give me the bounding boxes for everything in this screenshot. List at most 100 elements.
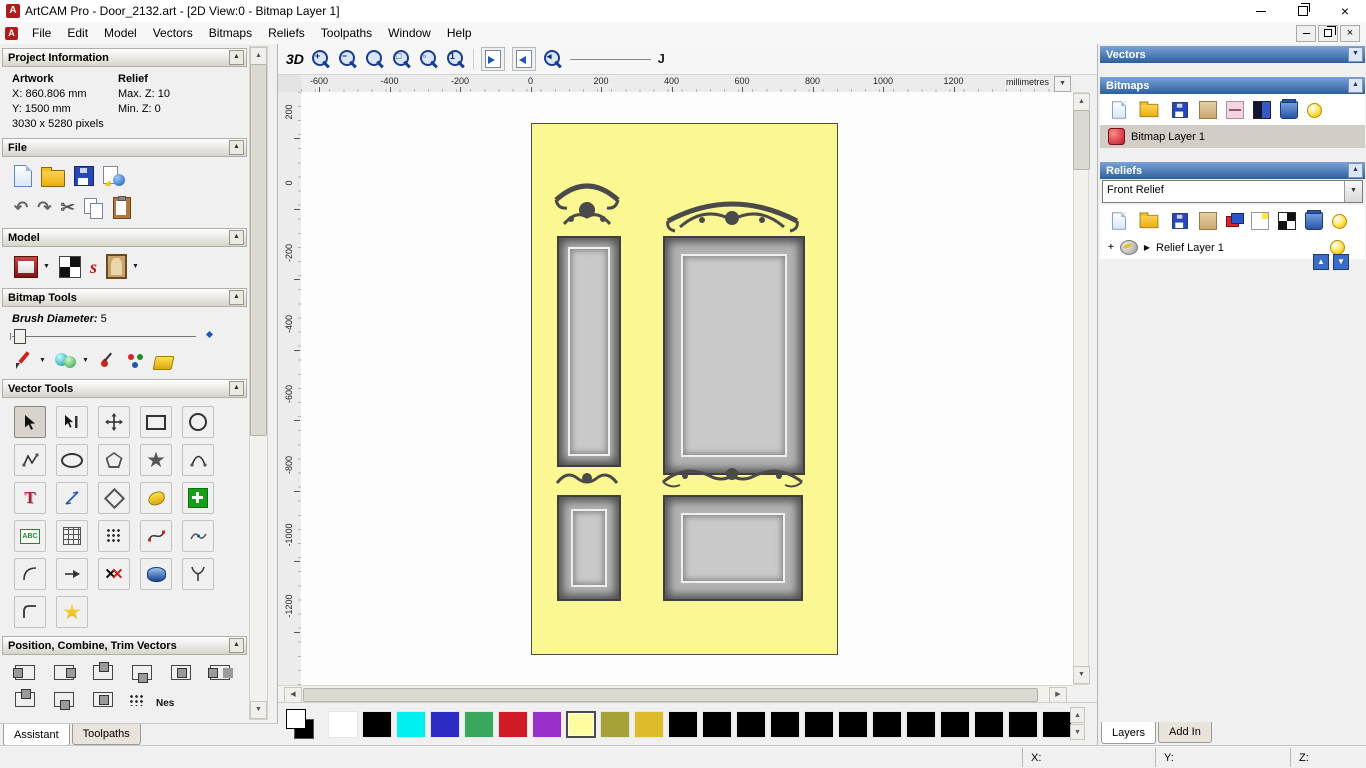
menu-file[interactable]: File [24, 22, 59, 44]
palette-swatch[interactable] [940, 710, 970, 738]
flood-fill-icon[interactable] [152, 356, 175, 370]
tab-assistant[interactable]: Assistant [3, 724, 70, 746]
new-relief-layer-icon[interactable] [1111, 212, 1127, 230]
zoom-slider[interactable]: Ј [569, 50, 665, 68]
horizontal-scrollbar[interactable]: ◀ ▶ [278, 685, 1073, 703]
palette-scroll-down-button[interactable]: ▼ [1070, 724, 1085, 740]
vector-direction-tool[interactable] [56, 558, 88, 590]
collapse-file-button[interactable]: ▲ [229, 140, 244, 155]
combine-tool-3[interactable] [90, 690, 116, 709]
wrap-vectors-tool[interactable] [56, 596, 88, 628]
reliefs-section-header[interactable]: Reliefs ▲ [1100, 162, 1365, 179]
export-model-icon[interactable] [103, 165, 125, 189]
align-center-tool[interactable] [168, 663, 194, 682]
fillet-branch-tool[interactable] [182, 558, 214, 590]
new-model-icon[interactable] [14, 164, 32, 187]
canvas-scroll-left-button[interactable]: ◀ [284, 687, 302, 703]
paint-selective-dropdown-icon[interactable]: ▼ [82, 357, 89, 364]
zoom-1to1-button[interactable]: 1 [446, 49, 466, 69]
model-size-dropdown-icon[interactable]: ▼ [43, 263, 50, 270]
palette-swatch[interactable] [770, 710, 800, 738]
trim-vectors-tool[interactable]: ✕✕ [98, 558, 130, 590]
align-top-tool[interactable] [90, 662, 116, 682]
palette-swatch[interactable] [430, 710, 460, 738]
zoom-previous-button[interactable]: ◂ [543, 49, 563, 69]
collapse-position-button[interactable]: ▲ [229, 638, 244, 653]
combine-tool-2[interactable] [51, 690, 77, 710]
palette-scroll-up-button[interactable]: ▲ [1070, 707, 1085, 723]
palette-swatch[interactable] [566, 710, 596, 738]
extrude-vector-tool[interactable] [140, 558, 172, 590]
create-arc-tool[interactable] [182, 444, 214, 476]
collapse-model-button[interactable]: ▲ [229, 230, 244, 245]
palette-swatch[interactable] [872, 710, 902, 738]
paste-icon[interactable] [112, 196, 131, 219]
door-artwork[interactable] [531, 123, 838, 655]
relief-texture-icon[interactable] [1199, 212, 1217, 230]
palette-swatch[interactable] [1008, 710, 1038, 738]
align-bottom-tool[interactable] [129, 663, 155, 683]
palette-swatch[interactable] [396, 710, 426, 738]
bitmaps-section-header[interactable]: Bitmaps ▲ [1100, 77, 1365, 94]
scroll-down-button[interactable]: ▼ [250, 701, 267, 719]
toggle-3d-view-button[interactable]: 3D [286, 51, 304, 67]
paint-dropdown-icon[interactable]: ▼ [39, 357, 46, 364]
palette-swatch[interactable] [702, 710, 732, 738]
select-vectors-tool[interactable] [14, 406, 46, 438]
zoom-box-button[interactable]: □ [392, 49, 412, 69]
save-relief-layer-icon[interactable] [1172, 213, 1188, 229]
menu-toolpaths[interactable]: Toolpaths [313, 22, 380, 44]
mdi-minimize-button[interactable] [1296, 24, 1316, 42]
zoom-out-button[interactable]: − [338, 49, 358, 69]
delete-bitmap-layer-icon[interactable] [1280, 99, 1298, 119]
relief-combo-dropdown-icon[interactable]: ▼ [1344, 181, 1362, 202]
palette-swatch[interactable] [600, 710, 630, 738]
primary-colour-swatch[interactable] [286, 709, 306, 729]
collapse-bitmap-tools-button[interactable]: ▲ [229, 290, 244, 305]
paint-selective-icon[interactable] [54, 351, 77, 369]
open-bitmap-layer-icon[interactable] [1139, 101, 1159, 117]
relief-select-combobox[interactable]: Front Relief ▼ [1102, 180, 1363, 203]
canvas-scroll-down-button[interactable]: ▼ [1073, 666, 1090, 684]
minimize-button[interactable] [1240, 0, 1282, 22]
model-lighting-icon[interactable] [58, 255, 81, 278]
bitmap-contrast-icon[interactable] [1253, 101, 1271, 119]
relief-greyscale-icon[interactable] [1278, 212, 1296, 230]
canvas-scroll-up-button[interactable]: ▲ [1073, 93, 1090, 111]
create-polyline-tool[interactable] [14, 444, 46, 476]
menu-reliefs[interactable]: Reliefs [260, 22, 313, 44]
palette-swatch[interactable] [634, 710, 664, 738]
delete-relief-layer-icon[interactable] [1305, 210, 1323, 230]
set-model-size-icon[interactable] [14, 255, 38, 278]
expand-vectors-button[interactable]: ▼ [1348, 47, 1363, 62]
vectors-section-header[interactable]: Vectors ▼ [1100, 46, 1365, 63]
fillet-tool[interactable] [14, 596, 46, 628]
fit-curve-tool[interactable] [140, 520, 172, 552]
zoom-tool-button[interactable] [365, 49, 385, 69]
paste-along-curve-tool[interactable] [56, 520, 88, 552]
distort-vector-tool[interactable] [140, 482, 172, 514]
slider-handle[interactable] [14, 329, 26, 344]
drawing-canvas[interactable] [301, 92, 1073, 685]
move-layer-down-button[interactable]: ▼ [1333, 254, 1349, 270]
block-copy-tool[interactable] [98, 520, 130, 552]
palette-swatch[interactable] [464, 710, 494, 738]
palette-swatch[interactable] [906, 710, 936, 738]
new-bitmap-layer-icon[interactable] [1111, 101, 1127, 119]
tab-add-in[interactable]: Add In [1158, 722, 1212, 743]
primary-secondary-colour-indicator[interactable] [286, 709, 314, 739]
open-relief-layer-icon[interactable] [1139, 212, 1159, 228]
restore-button[interactable] [1282, 0, 1324, 22]
palette-swatch[interactable] [804, 710, 834, 738]
offset-vector-tool[interactable] [98, 482, 130, 514]
array-copy-tool[interactable] [129, 694, 143, 706]
relief-layer-expand-icon[interactable]: ▶ [1144, 243, 1150, 252]
menu-vectors[interactable]: Vectors [145, 22, 201, 44]
collapse-reliefs-button[interactable]: ▲ [1348, 163, 1363, 178]
close-button[interactable]: × [1324, 0, 1366, 22]
create-polygon-tool[interactable] [98, 444, 130, 476]
palette-swatch[interactable] [974, 710, 1004, 738]
align-left-tool[interactable] [12, 663, 38, 682]
create-star-tool[interactable] [140, 444, 172, 476]
menu-help[interactable]: Help [439, 22, 480, 44]
